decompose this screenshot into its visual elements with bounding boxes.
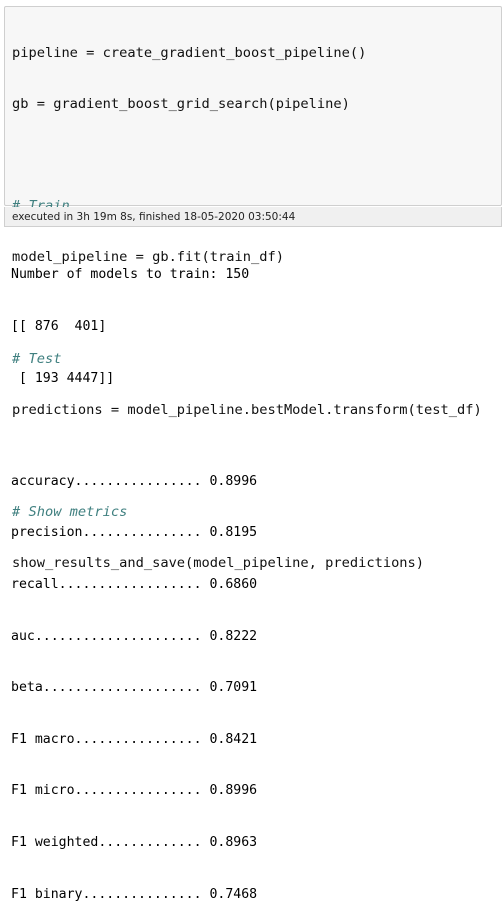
output-line: [[ 876 401] [11,319,107,334]
metric-accuracy: accuracy................ 0.8996 [11,473,258,489]
metric-auc: auc..................... 0.8222 [11,628,258,644]
code-cell-input[interactable]: pipeline = create_gradient_boost_pipelin… [4,6,502,571]
output-line: [ 193 4447]] [11,370,115,386]
metric-beta: beta.................... 0.7091 [11,680,258,696]
metric-f1-macro: F1 macro................ 0.8421 [11,731,258,747]
execution-time-info: executed in 3h 19m 8s, finished 18-05-20… [4,207,502,227]
code-line: pipeline = create_gradient_boost_pipelin… [12,45,367,61]
output-line-blank [11,421,257,438]
cell-output: Number of models to train: 150 [[ 876 40… [11,232,257,920]
metric-f1-binary: F1 binary............... 0.7468 [11,886,258,902]
code-line: gb = gradient_boost_grid_search(pipeline… [12,96,350,112]
metric-precision: precision............... 0.8195 [11,525,258,541]
metric-f1-weighted: F1 weighted............. 0.8963 [11,834,258,850]
metric-f1-micro: F1 micro................ 0.8996 [11,783,258,799]
metric-recall: recall.................. 0.6860 [11,576,258,592]
output-line: Number of models to train: 150 [11,267,250,283]
